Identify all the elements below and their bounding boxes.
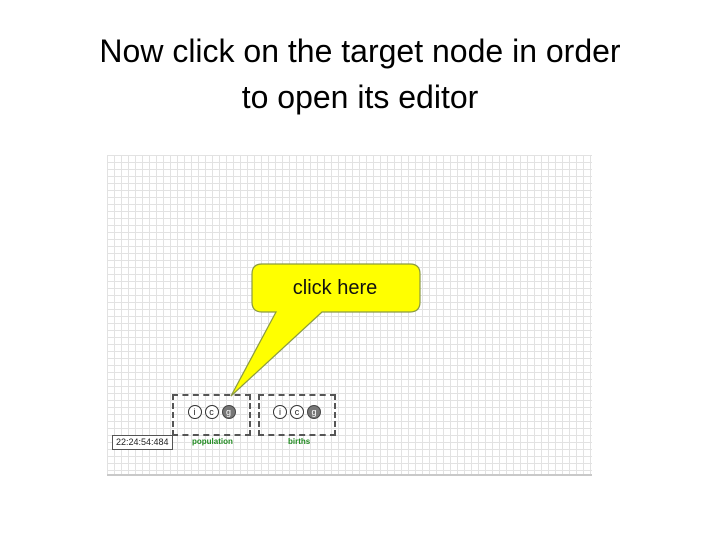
node-births-icons: i c g xyxy=(260,405,334,419)
timestamp-readout: 22:24:54:484 xyxy=(112,435,173,450)
node-label-births[interactable]: births xyxy=(288,437,310,446)
node-births[interactable]: i c g xyxy=(258,394,336,436)
graph-icon[interactable]: g xyxy=(307,405,321,419)
connect-icon[interactable]: c xyxy=(290,405,304,419)
slide-title: Now click on the target node in order to… xyxy=(30,28,690,120)
graph-icon[interactable]: g xyxy=(221,405,236,419)
connect-icon[interactable]: c xyxy=(204,405,219,419)
title-line-1: Now click on the target node in order xyxy=(99,33,621,69)
callout-text: click here xyxy=(292,277,378,299)
info-icon[interactable]: i xyxy=(273,405,287,419)
info-icon[interactable]: i xyxy=(187,405,202,419)
node-label-population[interactable]: population xyxy=(192,437,233,446)
title-line-2: to open its editor xyxy=(241,79,479,115)
node-population[interactable]: i c g xyxy=(172,394,251,436)
node-population-icons: i c g xyxy=(174,405,249,419)
